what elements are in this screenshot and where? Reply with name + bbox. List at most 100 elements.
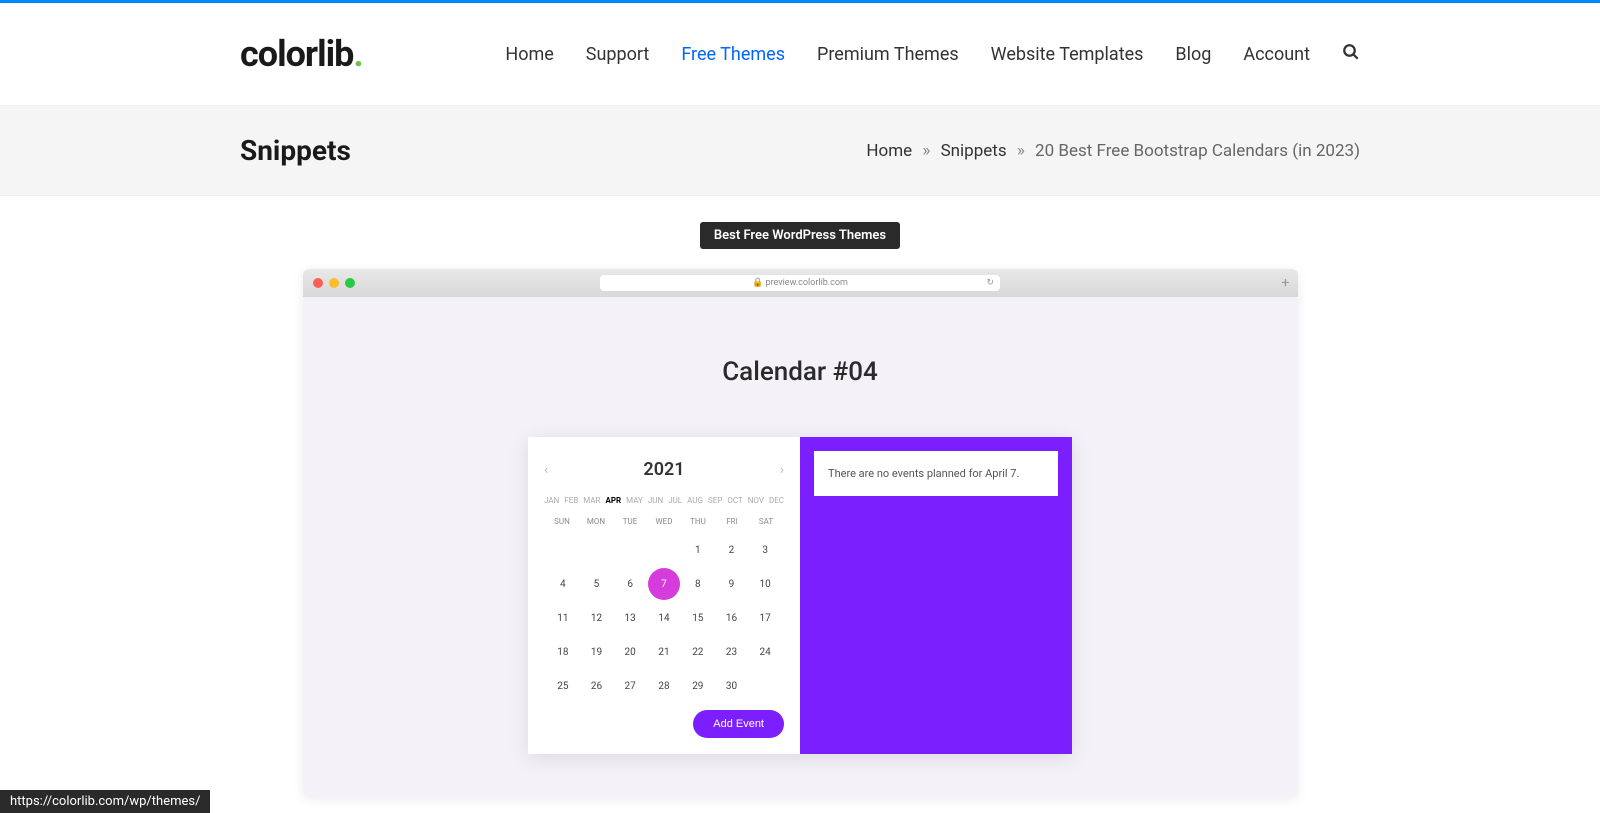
day-26[interactable]: 26 xyxy=(581,670,613,702)
prev-year-icon[interactable]: ‹ xyxy=(544,462,548,478)
day-empty xyxy=(749,670,781,702)
day-10[interactable]: 10 xyxy=(749,568,781,600)
day-empty xyxy=(547,534,579,566)
month-aug[interactable]: AUG xyxy=(687,496,703,505)
status-bar: https://colorlib.com/wp/themes/ xyxy=(0,790,210,813)
day-14[interactable]: 14 xyxy=(648,602,680,634)
minimize-window-icon xyxy=(329,278,339,288)
month-mar[interactable]: MAR xyxy=(583,496,600,505)
calendar-title: Calendar #04 xyxy=(303,357,1298,387)
day-7[interactable]: 7 xyxy=(648,568,680,600)
day-15[interactable]: 15 xyxy=(682,602,714,634)
month-dec[interactable]: DEC xyxy=(769,496,784,505)
browser-chrome: 🔒 preview.colorlib.com ↻ + xyxy=(303,269,1298,297)
year-label: 2021 xyxy=(643,459,684,480)
day-27[interactable]: 27 xyxy=(614,670,646,702)
month-nov[interactable]: NOV xyxy=(748,496,764,505)
day-18[interactable]: 18 xyxy=(547,636,579,668)
logo-dot: . xyxy=(353,33,362,75)
day-empty xyxy=(581,534,613,566)
content-area: Best Free WordPress Themes 🔒 preview.col… xyxy=(0,196,1600,797)
nav-premium-themes[interactable]: Premium Themes xyxy=(817,44,959,65)
nav-account[interactable]: Account xyxy=(1243,44,1310,65)
nav-support[interactable]: Support xyxy=(586,44,650,65)
day-1[interactable]: 1 xyxy=(682,534,714,566)
month-jun[interactable]: JUN xyxy=(648,496,663,505)
address-bar: 🔒 preview.colorlib.com ↻ xyxy=(600,275,1000,291)
logo-text: colorlib xyxy=(240,33,353,75)
day-25[interactable]: 25 xyxy=(547,670,579,702)
nav-free-themes[interactable]: Free Themes xyxy=(681,44,785,65)
day-16[interactable]: 16 xyxy=(716,602,748,634)
month-sep[interactable]: SEP xyxy=(708,496,722,505)
day-empty xyxy=(614,534,646,566)
month-feb[interactable]: FEB xyxy=(564,496,578,505)
weekday-label: FRI xyxy=(717,517,747,526)
day-23[interactable]: 23 xyxy=(716,636,748,668)
breadcrumb-current: 20 Best Free Bootstrap Calendars (in 202… xyxy=(1035,141,1360,161)
main-navigation: Home Support Free Themes Premium Themes … xyxy=(505,43,1360,65)
breadcrumb-bar: Snippets Home » Snippets » 20 Best Free … xyxy=(0,105,1600,196)
new-tab-icon: + xyxy=(1282,275,1290,291)
month-apr[interactable]: APR xyxy=(605,496,621,505)
browser-mockup: 🔒 preview.colorlib.com ↻ + Calendar #04 … xyxy=(303,269,1298,797)
address-url: 🔒 preview.colorlib.com xyxy=(752,278,848,288)
breadcrumb: Home » Snippets » 20 Best Free Bootstrap… xyxy=(866,141,1360,161)
day-29[interactable]: 29 xyxy=(682,670,714,702)
day-13[interactable]: 13 xyxy=(614,602,646,634)
day-2[interactable]: 2 xyxy=(716,534,748,566)
calendar-panel: ‹ 2021 › JANFEBMARAPRMAYJUNJULAUGSEPOCTN… xyxy=(528,437,800,754)
weekday-label: SUN xyxy=(547,517,577,526)
page-title: Snippets xyxy=(240,134,351,167)
main-header: colorlib. Home Support Free Themes Premi… xyxy=(0,3,1600,105)
day-8[interactable]: 8 xyxy=(682,568,714,600)
year-row: ‹ 2021 › xyxy=(544,459,784,480)
days-grid: 1234567891011121314151617181920212223242… xyxy=(544,534,784,702)
breadcrumb-separator: » xyxy=(922,141,930,161)
months-row: JAN FEB MAR APR MAY JUN JUL AUG SEP OCT NOV DEC xyxy=(544,496,784,505)
month-jan[interactable]: JAN xyxy=(544,496,559,505)
nav-blog[interactable]: Blog xyxy=(1175,44,1211,65)
day-11[interactable]: 11 xyxy=(547,602,579,634)
day-21[interactable]: 21 xyxy=(648,636,680,668)
reload-icon: ↻ xyxy=(986,278,994,288)
nav-home[interactable]: Home xyxy=(505,44,553,65)
breadcrumb-separator: » xyxy=(1017,141,1025,161)
promo-badge[interactable]: Best Free WordPress Themes xyxy=(700,222,900,249)
site-logo[interactable]: colorlib. xyxy=(240,33,363,75)
weekday-label: TUE xyxy=(615,517,645,526)
events-panel: There are no events planned for April 7. xyxy=(800,437,1072,754)
calendar-widget: ‹ 2021 › JANFEBMARAPRMAYJUNJULAUGSEPOCTN… xyxy=(528,437,1072,754)
day-empty xyxy=(648,534,680,566)
day-30[interactable]: 30 xyxy=(716,670,748,702)
month-jul[interactable]: JUL xyxy=(668,496,682,505)
weekday-label: WED xyxy=(649,517,679,526)
traffic-lights xyxy=(313,278,355,288)
nav-website-templates[interactable]: Website Templates xyxy=(991,44,1144,65)
weekday-label: MON xyxy=(581,517,611,526)
preview-content: Calendar #04 ‹ 2021 › JANFEBMARAPRMAYJUN… xyxy=(303,297,1298,797)
weekday-label: THU xyxy=(683,517,713,526)
breadcrumb-home[interactable]: Home xyxy=(866,141,912,161)
day-19[interactable]: 19 xyxy=(581,636,613,668)
month-oct[interactable]: OCT xyxy=(727,496,742,505)
close-window-icon xyxy=(313,278,323,288)
day-4[interactable]: 4 xyxy=(547,568,579,600)
day-12[interactable]: 12 xyxy=(581,602,613,634)
day-3[interactable]: 3 xyxy=(749,534,781,566)
event-message: There are no events planned for April 7. xyxy=(814,451,1058,496)
next-year-icon[interactable]: › xyxy=(780,462,784,478)
day-5[interactable]: 5 xyxy=(581,568,613,600)
day-20[interactable]: 20 xyxy=(614,636,646,668)
breadcrumb-snippets[interactable]: Snippets xyxy=(941,141,1007,161)
day-28[interactable]: 28 xyxy=(648,670,680,702)
add-event-button[interactable]: Add Event xyxy=(693,710,784,738)
search-icon[interactable] xyxy=(1342,43,1360,65)
day-9[interactable]: 9 xyxy=(716,568,748,600)
day-22[interactable]: 22 xyxy=(682,636,714,668)
month-may[interactable]: MAY xyxy=(626,496,643,505)
weekdays-row: SUNMONTUEWEDTHUFRISAT xyxy=(544,517,784,526)
day-17[interactable]: 17 xyxy=(749,602,781,634)
day-24[interactable]: 24 xyxy=(749,636,781,668)
day-6[interactable]: 6 xyxy=(614,568,646,600)
